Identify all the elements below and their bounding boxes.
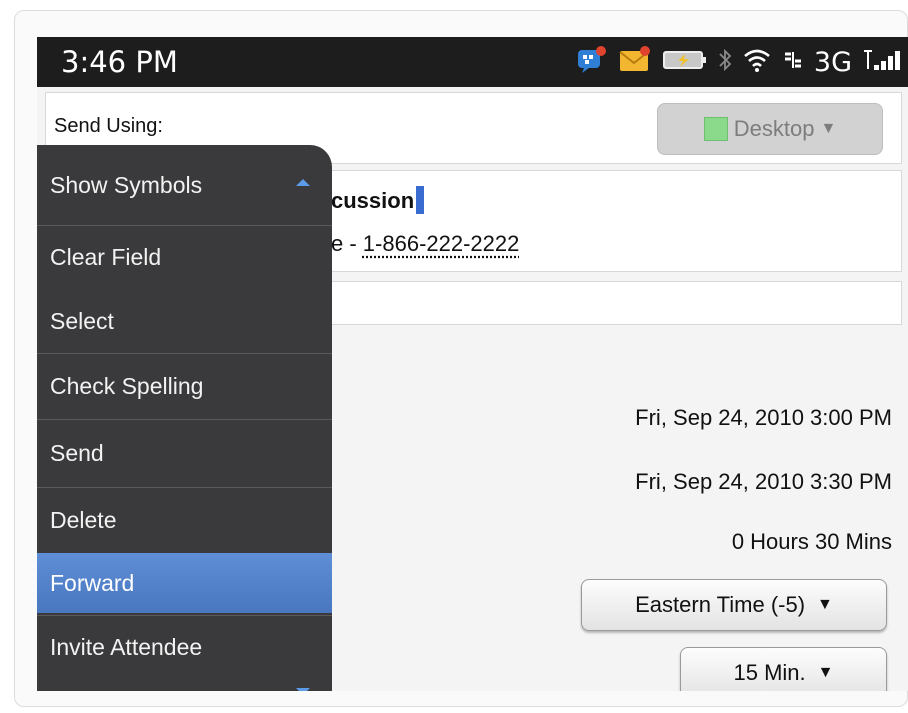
text-cursor — [416, 186, 425, 214]
network-type: 3G — [813, 46, 852, 78]
menu-item-delete[interactable]: Delete — [37, 487, 332, 553]
end-datetime[interactable]: Fri, Sep 24, 2010 3:30 PM — [635, 469, 892, 495]
bbm-icon[interactable] — [576, 45, 608, 80]
menu-item-label: Invite Attendee — [50, 634, 203, 660]
timezone-dropdown[interactable]: Eastern Time (-5) ▼ — [581, 579, 887, 631]
start-datetime[interactable]: Fri, Sep 24, 2010 3:00 PM — [635, 405, 892, 431]
phone-link[interactable]: 1-866-222-2222 — [363, 231, 520, 256]
calendar-color-swatch — [703, 117, 728, 141]
menu-item-invite-attendee[interactable]: Invite Attendee — [37, 615, 332, 679]
menu-item-forward[interactable]: Forward — [37, 553, 332, 613]
menu-item-select[interactable]: Select — [37, 289, 332, 353]
send-using-value: Desktop — [733, 116, 815, 141]
chevron-down-icon: ▼ — [817, 596, 833, 613]
menu-item-label: Clear Field — [50, 244, 162, 270]
menu-item-send[interactable]: Send — [37, 419, 332, 487]
network-icon — [782, 48, 804, 77]
location-text: e - — [331, 231, 363, 256]
menu-item-clear-field[interactable]: Clear Field — [37, 225, 332, 289]
menu-item-label: Delete — [50, 507, 117, 533]
timezone-value: Eastern Time (-5) — [635, 592, 806, 617]
send-using-dropdown[interactable]: Desktop ▼ — [657, 103, 883, 155]
scroll-up-icon[interactable] — [296, 179, 310, 186]
subject-field[interactable]: cussion — [331, 186, 425, 214]
menu-item-label: Forward — [50, 569, 135, 596]
signal-icon — [862, 47, 904, 78]
location-field[interactable]: e - 1-866-222-2222 — [331, 231, 519, 257]
wifi-icon — [742, 47, 772, 78]
chevron-down-icon: ▼ — [817, 664, 834, 681]
battery-icon — [662, 48, 708, 77]
menu-item-label: Send — [50, 440, 104, 466]
device-screen: 3:46 PM 3G Send Using: Desktop ▼ cussion… — [37, 37, 908, 691]
scroll-down-icon[interactable] — [296, 688, 310, 691]
menu-item-show-symbols[interactable]: Show Symbols — [37, 145, 332, 225]
chevron-down-icon: ▼ — [820, 120, 837, 137]
reminder-value: 15 Min. — [733, 660, 806, 685]
reminder-dropdown[interactable]: 15 Min. ▼ — [680, 647, 887, 691]
menu-item-check-spelling[interactable]: Check Spelling — [37, 353, 332, 419]
bluetooth-icon — [718, 47, 732, 78]
menu-item-label: Check Spelling — [50, 373, 204, 399]
menu-item-label: Select — [50, 307, 114, 334]
duration-value[interactable]: 0 Hours 30 Mins — [732, 529, 892, 555]
context-menu: Show Symbols Clear Field Select Check Sp… — [37, 145, 332, 691]
menu-item-label: Show Symbols — [50, 171, 203, 198]
status-icons: 3G — [576, 37, 908, 87]
send-using-label: Send Using: — [54, 115, 163, 137]
status-bar: 3:46 PM 3G — [37, 37, 908, 87]
subject-text: cussion — [331, 188, 415, 213]
mail-icon[interactable] — [618, 45, 652, 80]
status-time: 3:46 PM — [61, 45, 178, 79]
